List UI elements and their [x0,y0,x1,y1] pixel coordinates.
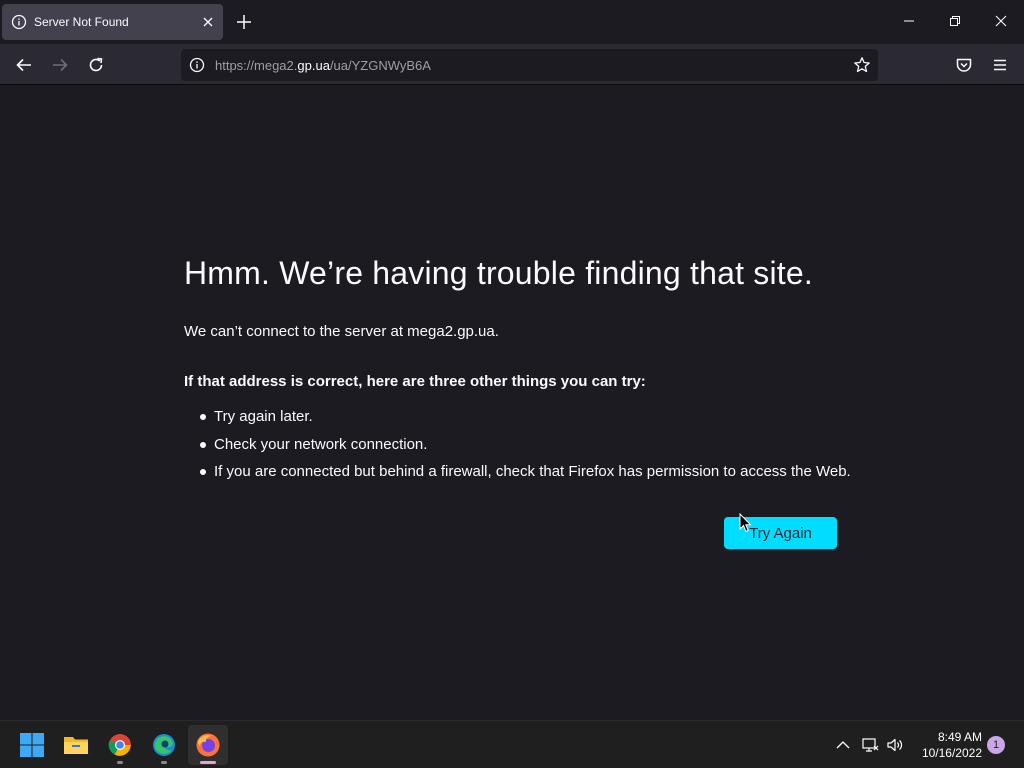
url-text: https://mega2.gp.ua/ua/YZGNWyB6A [215,58,431,73]
running-indicator [161,761,167,764]
reload-icon[interactable] [86,55,106,75]
folder-icon [64,737,88,754]
error-title: Hmm. We’re having trouble finding that s… [184,255,813,291]
site-info-icon[interactable] [189,57,205,73]
forward-icon[interactable] [50,55,70,75]
system-clock[interactable]: 8:49 AM 10/16/2022 [912,729,982,761]
url-bar[interactable]: https://mega2.gp.ua/ua/YZGNWyB6A [181,49,878,81]
tab-bar: Server Not Found [0,0,1024,44]
mouse-cursor-icon [739,513,752,533]
minimize-icon[interactable] [900,12,918,30]
tab-title: Server Not Found [34,15,129,29]
new-tab-icon[interactable] [235,13,253,31]
notification-badge[interactable]: 1 [987,736,1005,754]
suggestion-item: Try again later. [200,407,851,435]
windows-taskbar: 8:49 AM 10/16/2022 1 [0,720,1024,768]
network-icon[interactable] [861,736,879,754]
volume-icon[interactable] [886,736,904,754]
suggestions-list: Try again later. Check your network conn… [200,407,851,490]
menu-hamburger-icon[interactable] [990,55,1010,75]
start-button[interactable] [12,725,52,765]
tab-server-not-found[interactable]: Server Not Found [2,4,223,40]
restore-icon[interactable] [946,12,964,30]
windows-logo-icon [20,733,44,757]
chrome-icon [108,734,131,756]
close-tab-icon[interactable] [200,14,216,30]
active-indicator [200,761,216,764]
browser-window: Server Not Found https://mega2.gp.ua/ua/… [0,0,1024,768]
taskbar-chrome[interactable] [100,725,140,765]
error-description: We can’t connect to the server at mega2.… [184,323,499,340]
info-icon [11,14,27,30]
suggestion-item: If you are connected but behind a firewa… [200,462,851,490]
edge-icon [153,734,175,756]
pocket-icon[interactable] [954,55,974,75]
bookmark-star-icon[interactable] [853,56,871,74]
chevron-up-icon[interactable] [834,736,852,754]
firefox-icon [196,733,220,757]
navigation-toolbar: https://mega2.gp.ua/ua/YZGNWyB6A [0,44,1024,85]
taskbar-file-explorer[interactable] [56,725,96,765]
running-indicator [117,761,123,764]
close-window-icon[interactable] [992,12,1010,30]
error-page: Hmm. We’re having trouble finding that s… [0,85,1024,720]
suggestion-item: Check your network connection. [200,435,851,463]
clock-time: 8:49 AM [937,730,982,744]
suggestions-title: If that address is correct, here are thr… [184,373,646,390]
back-icon[interactable] [14,55,34,75]
taskbar-edge[interactable] [144,725,184,765]
clock-date: 10/16/2022 [921,746,982,760]
taskbar-firefox[interactable] [188,725,228,765]
